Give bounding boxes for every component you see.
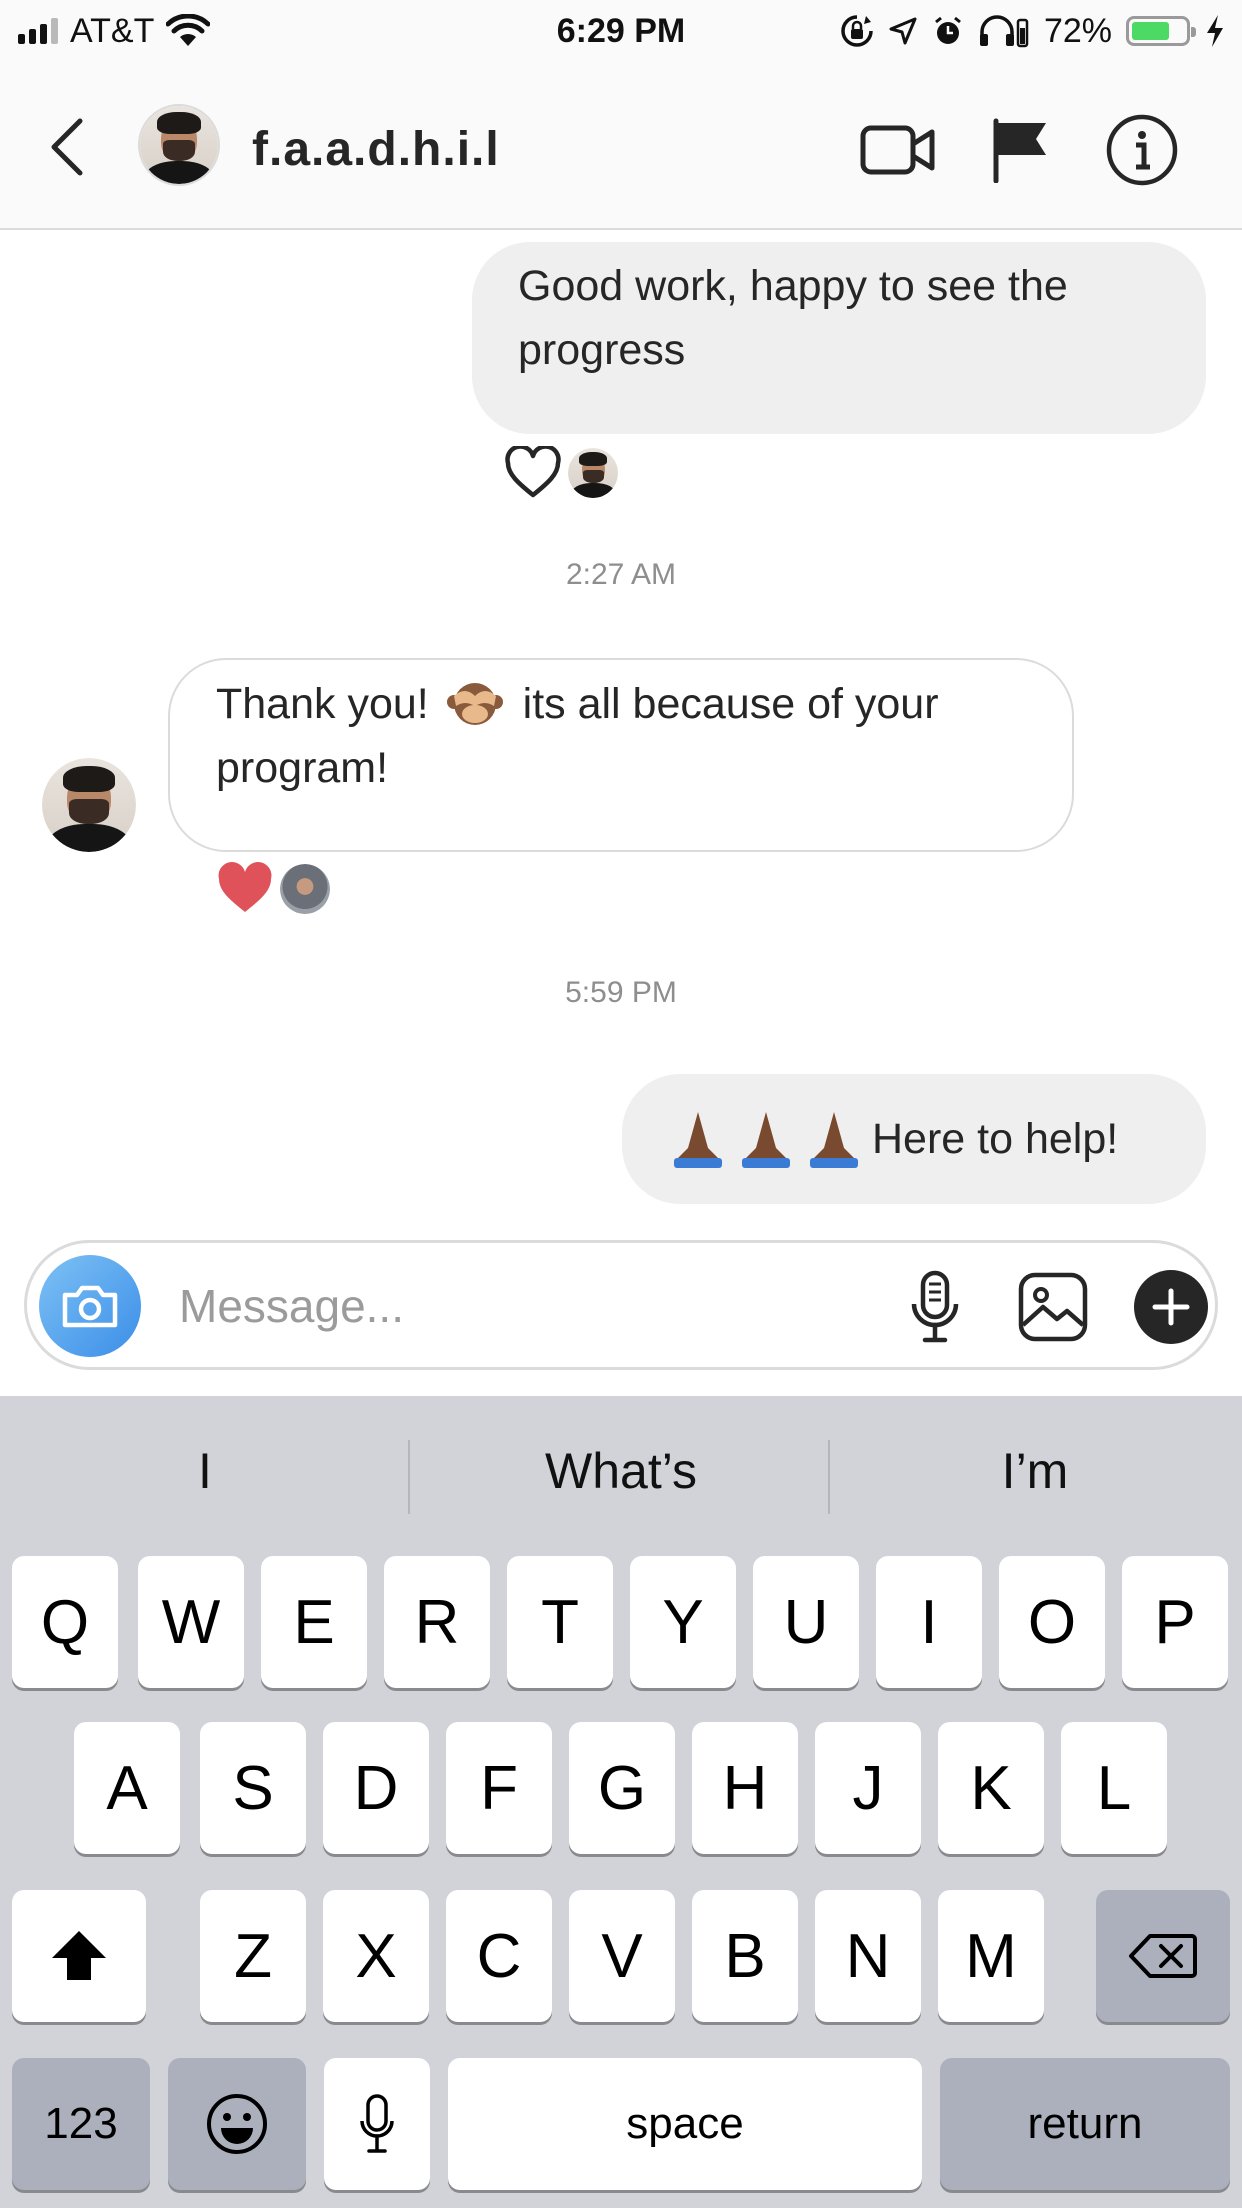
key-f[interactable]: F <box>446 1722 552 1854</box>
key-x[interactable]: X <box>323 1890 429 2022</box>
key-u[interactable]: U <box>753 1556 859 1688</box>
info-icon <box>1106 114 1178 186</box>
battery-fill <box>1132 22 1170 40</box>
battery-icon <box>1126 16 1196 46</box>
suggestion[interactable]: I <box>0 1436 410 1506</box>
shift-key[interactable] <box>12 1890 146 2022</box>
message-text: Here to help! <box>872 1115 1119 1163</box>
key-p[interactable]: P <box>1122 1556 1228 1688</box>
microphone-icon <box>911 1270 959 1343</box>
key-a[interactable]: A <box>74 1722 180 1854</box>
sender-avatar[interactable] <box>40 756 138 854</box>
video-call-button[interactable] <box>856 108 940 192</box>
message-text: Good work, happy to see the progress <box>518 262 1068 374</box>
key-i[interactable]: I <box>876 1556 982 1688</box>
message-incoming[interactable]: Thank you! its all because of your progr… <box>168 658 1074 852</box>
message-input[interactable] <box>179 1263 859 1349</box>
key-c[interactable]: C <box>446 1890 552 2022</box>
key-t[interactable]: T <box>507 1556 613 1688</box>
rotation-lock-icon <box>841 15 873 47</box>
report-button[interactable] <box>978 108 1062 192</box>
delete-key[interactable] <box>1096 1890 1230 2022</box>
message-composer <box>24 1240 1218 1370</box>
camera-icon <box>62 1285 118 1328</box>
key-j[interactable]: J <box>815 1722 921 1854</box>
emoji-icon <box>207 2094 267 2154</box>
key-r[interactable]: R <box>384 1556 490 1688</box>
more-options-button[interactable] <box>1129 1265 1213 1349</box>
shift-icon <box>52 1931 106 1980</box>
backspace-icon <box>1129 1934 1197 1978</box>
dictation-key[interactable] <box>324 2058 430 2190</box>
headphones-icon <box>979 15 1029 48</box>
key-k[interactable]: K <box>938 1722 1044 1854</box>
message-timestamp: 5:59 PM <box>565 976 677 1009</box>
chat-header: f.a.a.d.h.i.l <box>0 62 1242 230</box>
folded-hands-icon <box>674 1112 858 1168</box>
status-bar: AT&T 6:29 PM 72% <box>0 0 1242 62</box>
key-o[interactable]: O <box>999 1556 1105 1688</box>
info-button[interactable] <box>1100 108 1184 192</box>
key-q[interactable]: Q <box>12 1556 118 1688</box>
back-button[interactable] <box>36 112 96 182</box>
gallery-button[interactable] <box>1011 1265 1095 1349</box>
suggestion-divider <box>408 1440 410 1514</box>
key-e[interactable]: E <box>261 1556 367 1688</box>
microphone-icon <box>360 2094 394 2153</box>
emoji-key[interactable] <box>168 2058 306 2190</box>
predictive-bar: I What’s I’m <box>0 1396 1242 1546</box>
space-key[interactable]: space <box>448 2058 922 2190</box>
battery-percent: 72% <box>1043 11 1112 50</box>
reactor-avatar <box>566 446 620 500</box>
message-reaction[interactable] <box>216 862 332 916</box>
key-n[interactable]: N <box>815 1890 921 2022</box>
key-z[interactable]: Z <box>200 1890 306 2022</box>
return-key[interactable]: return <box>940 2058 1230 2190</box>
message-text-part1: Thank you! <box>216 680 429 728</box>
chat-username[interactable]: f.a.a.d.h.i.l <box>252 120 500 180</box>
status-right: 72% <box>840 10 1226 52</box>
key-h[interactable]: H <box>692 1722 798 1854</box>
red-heart-icon <box>218 862 272 912</box>
key-v[interactable]: V <box>569 1890 675 2022</box>
plus-icon <box>1134 1270 1208 1344</box>
gallery-icon <box>1018 1272 1088 1342</box>
suggestion[interactable]: I’m <box>830 1436 1240 1506</box>
back-icon <box>51 118 83 176</box>
voice-message-button[interactable] <box>893 1265 977 1349</box>
key-w[interactable]: W <box>138 1556 244 1688</box>
camera-button[interactable] <box>39 1255 141 1357</box>
key-l[interactable]: L <box>1061 1722 1167 1854</box>
message-outgoing[interactable]: Here to help! <box>622 1074 1206 1204</box>
message-timestamp: 2:27 AM <box>565 558 677 591</box>
reactor-avatar <box>278 862 332 916</box>
key-d[interactable]: D <box>323 1722 429 1854</box>
key-y[interactable]: Y <box>630 1556 736 1688</box>
message-outgoing[interactable]: Good work, happy to see the progress <box>472 242 1206 434</box>
location-icon <box>889 17 917 45</box>
alarm-icon <box>935 16 961 44</box>
keyboard: I What’s I’m Q W E R T Y U I O P A S D F… <box>0 1396 1242 2208</box>
avatar-image <box>140 106 218 184</box>
numbers-key[interactable]: 123 <box>12 2058 150 2190</box>
key-m[interactable]: M <box>938 1890 1044 2022</box>
key-b[interactable]: B <box>692 1890 798 2022</box>
key-s[interactable]: S <box>200 1722 306 1854</box>
video-call-icon <box>860 125 935 175</box>
outline-heart-icon <box>505 446 561 498</box>
suggestion[interactable]: What’s <box>416 1436 826 1506</box>
key-g[interactable]: G <box>569 1722 675 1854</box>
profile-avatar[interactable] <box>138 104 220 186</box>
see-no-evil-monkey-icon <box>446 683 503 725</box>
charging-icon <box>1207 15 1223 47</box>
message-reaction[interactable] <box>504 446 620 500</box>
flag-icon <box>993 118 1046 183</box>
